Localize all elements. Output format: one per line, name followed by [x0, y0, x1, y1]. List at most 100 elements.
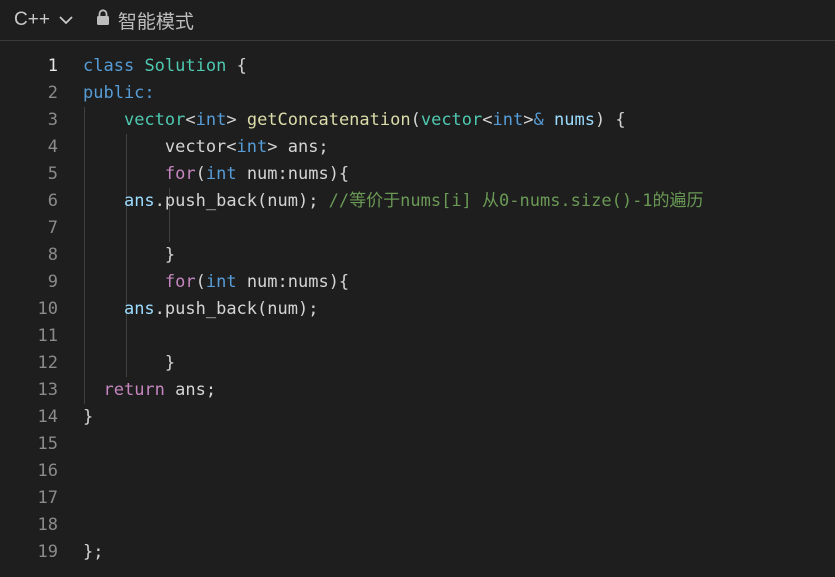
line-number: 12 [37, 353, 58, 373]
line-number: 6 [47, 191, 58, 211]
code-token: } [83, 353, 176, 373]
chevron-down-icon [58, 9, 74, 31]
code-token: int [205, 164, 237, 184]
code-token: < [482, 110, 493, 130]
code-token: }; [83, 542, 104, 562]
code-text: } [83, 242, 175, 269]
mode-indicator[interactable]: 智能模式 [96, 7, 194, 34]
code-token: vector< [83, 137, 237, 157]
line-number: 10 [37, 299, 58, 319]
code-line[interactable]: 17 [0, 485, 835, 512]
code-text: ans.push_back(num); //等价于nums[i] 从0-nums… [83, 188, 704, 215]
editor-toolbar: C++ 智能模式 [0, 0, 835, 41]
code-token: } [83, 407, 94, 427]
code-token: public: [83, 83, 155, 103]
code-line[interactable]: 11 [0, 323, 835, 350]
code-token: return [103, 380, 165, 400]
line-number: 1 [47, 56, 58, 76]
code-line[interactable]: 9 for(int num:nums){ [0, 269, 835, 296]
line-number: 11 [37, 326, 58, 346]
code-line[interactable]: 18 [0, 512, 835, 539]
code-token: int [492, 110, 524, 130]
code-editor[interactable]: 1 class Solution {2 public: 3 vector<int> g… [0, 53, 835, 566]
code-token: num:nums){ [236, 272, 350, 292]
code-token: getConcatenation [246, 110, 411, 130]
code-line[interactable]: 3 vector<int> getConcatenation(vector<in… [0, 107, 835, 134]
line-number: 16 [37, 461, 58, 481]
line-number: 9 [47, 272, 58, 292]
code-token: ( [195, 164, 206, 184]
line-number: 15 [37, 434, 58, 454]
code-token: nums [553, 110, 595, 130]
line-number: 17 [37, 488, 58, 508]
code-text: for(int num:nums){ [83, 269, 349, 296]
code-token: int [205, 272, 237, 292]
line-number: 3 [47, 110, 58, 130]
line-number: 8 [47, 245, 58, 265]
code-token: ans [123, 191, 155, 211]
code-token: ( [195, 272, 206, 292]
code-line[interactable]: 2 public: [0, 80, 835, 107]
code-token: vector [420, 110, 483, 130]
code-text: vector<int> getConcatenation(vector<int>… [83, 107, 626, 134]
code-text: public: [83, 80, 155, 107]
line-number: 5 [47, 164, 58, 184]
code-line[interactable]: 16 [0, 458, 835, 485]
code-line[interactable]: 7 [0, 215, 835, 242]
code-token: vector [123, 110, 186, 130]
code-token: > ans; [267, 137, 329, 157]
code-text: } [83, 404, 93, 431]
code-token: int [236, 137, 268, 157]
code-token: { [226, 56, 247, 76]
line-number: 14 [37, 407, 58, 427]
language-label: C++ [14, 9, 50, 30]
code-token: Solution [144, 56, 227, 76]
code-token: > [226, 110, 247, 130]
code-line[interactable]: 1 class Solution { [0, 53, 835, 80]
code-token: ans [123, 299, 155, 319]
code-token: ans; [164, 380, 217, 400]
line-number: 2 [47, 83, 58, 103]
code-line[interactable]: 12 } [0, 350, 835, 377]
code-line[interactable]: 8 } [0, 242, 835, 269]
code-line[interactable]: 14} [0, 404, 835, 431]
code-line[interactable]: 15 [0, 431, 835, 458]
code-text: }; [83, 539, 103, 566]
code-text: ans.push_back(num); [83, 296, 318, 323]
code-line[interactable]: 10 ans.push_back(num); [0, 296, 835, 323]
code-token: > [523, 110, 534, 130]
line-number: 18 [37, 515, 58, 535]
code-token: ) { [594, 110, 626, 130]
code-line[interactable]: 19}; [0, 539, 835, 566]
code-text: return ans; [83, 377, 216, 404]
language-selector[interactable]: C++ [14, 9, 74, 31]
code-line[interactable]: 5 for(int num:nums){ [0, 161, 835, 188]
code-token: for [164, 164, 196, 184]
code-lines: 1 class Solution {2 public: 3 vector<int> g… [0, 53, 835, 566]
code-text: class Solution { [83, 53, 247, 80]
code-token: ( [410, 110, 421, 130]
code-text: } [83, 350, 175, 377]
code-line[interactable]: 13 return ans; [0, 377, 835, 404]
code-token: .push_back(num); [154, 299, 319, 319]
code-token: < [185, 110, 196, 130]
code-line[interactable]: 4 vector<int> ans; [0, 134, 835, 161]
line-number: 4 [47, 137, 58, 157]
code-token: //等价于nums[i] 从0-nums.size()-1的遍历 [328, 191, 704, 211]
mode-label: 智能模式 [117, 11, 194, 33]
code-line[interactable]: 6 ans.push_back(num); //等价于nums[i] 从0-nu… [0, 188, 835, 215]
line-number: 19 [37, 542, 58, 562]
code-token: class [83, 56, 135, 76]
code-token: } [83, 245, 176, 265]
code-token: .push_back(num); [154, 191, 329, 211]
code-text: vector<int> ans; [83, 134, 329, 161]
code-token: num:nums){ [236, 164, 350, 184]
